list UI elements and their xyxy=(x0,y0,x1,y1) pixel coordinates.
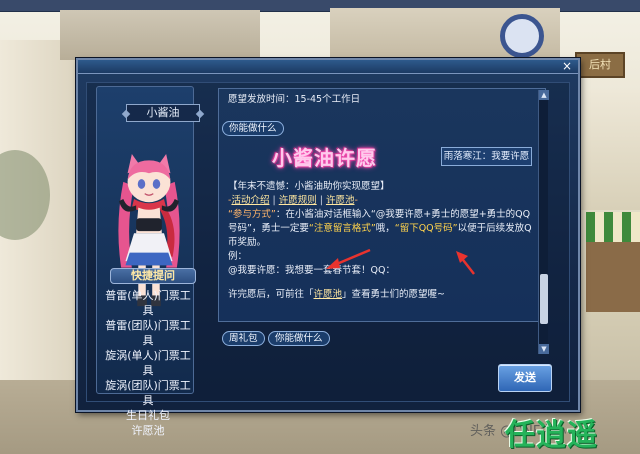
shop-sign: 后村 xyxy=(575,52,625,78)
wishing-pool-link-2[interactable]: 许愿池 xyxy=(314,289,343,300)
event-intro-link[interactable]: 活动介绍 xyxy=(231,195,269,206)
annotation-arrow-icon xyxy=(326,248,371,269)
quick-item-vortex-team[interactable]: 旋涡(团队)门票工具 xyxy=(100,378,196,408)
quick-item-wishing-pool[interactable]: 许愿池 xyxy=(100,423,196,438)
after-wish-line: 许完愿后，可前往「许愿池」查看勇士们的愿望喔~ xyxy=(228,289,445,300)
scroll-thumb[interactable] xyxy=(540,274,548,324)
chat-scrollbar[interactable]: ▲ ▼ xyxy=(538,90,549,354)
wish-headline: 小酱油许愿 xyxy=(272,146,377,170)
scroll-down-arrow-icon[interactable]: ▼ xyxy=(539,344,549,354)
send-button[interactable]: 发送 xyxy=(498,364,552,392)
wish-rules-link[interactable]: 许愿规则 xyxy=(279,195,317,206)
annotation-arrow-icon xyxy=(456,251,475,275)
participation-line: “参与方式”：在小酱油对话框输入“@我要许愿+勇士的愿望+勇士的QQ号码”，勇士… xyxy=(228,209,532,248)
quick-item-prey-team[interactable]: 普雷(团队)门票工具 xyxy=(100,318,196,348)
weekly-gift-button[interactable]: 周礼包 xyxy=(222,331,265,346)
quick-item-birthday-gift[interactable]: 生日礼包 xyxy=(100,408,196,423)
delivery-time-text: 愿望发放时间：15-45个工作日 xyxy=(228,94,361,105)
close-icon[interactable]: × xyxy=(560,60,574,73)
dialog-titlebar[interactable]: × xyxy=(78,60,578,74)
quick-menu-title: 快捷提问 xyxy=(110,268,196,284)
quick-menu-list: 普雷(单人)门票工具 普雷(团队)门票工具 旋涡(单人)门票工具 旋涡(团队)门… xyxy=(100,288,196,438)
quick-item-vortex-solo[interactable]: 旋涡(单人)门票工具 xyxy=(100,348,196,378)
building-roof xyxy=(60,10,260,60)
market-stall xyxy=(586,242,640,312)
wish-rules-text: 【年末不遗憾：小酱油助你实现愿望】 -活动介绍 | 许愿规则 | 许愿池- “参… xyxy=(228,180,534,302)
example-line: @我要许愿：我想要一套春节套！QQ： xyxy=(228,265,395,276)
stall-awning xyxy=(586,212,640,242)
links-line: -活动介绍 | 许愿规则 | 许愿池- xyxy=(228,195,358,206)
player-wish-button[interactable]: 雨落寒江：我要许愿 xyxy=(441,147,532,166)
watermark-logo: 任逍遥 xyxy=(505,418,598,453)
what-can-you-do-button[interactable]: 你能做什么 xyxy=(222,121,284,136)
wishing-pool-link[interactable]: 许愿池 xyxy=(326,195,355,206)
scroll-up-arrow-icon[interactable]: ▲ xyxy=(539,90,549,100)
npc-name-label: 小酱油 xyxy=(126,104,200,122)
quick-item-prey-solo[interactable]: 普雷(单人)门票工具 xyxy=(100,288,196,318)
right-building xyxy=(580,90,640,210)
example-label: 例： xyxy=(228,251,248,262)
event-banner-line: 【年末不遗憾：小酱油助你实现愿望】 xyxy=(228,181,390,192)
what-can-you-do-button-bottom[interactable]: 你能做什么 xyxy=(268,331,330,346)
wheel-ornament xyxy=(500,14,544,58)
